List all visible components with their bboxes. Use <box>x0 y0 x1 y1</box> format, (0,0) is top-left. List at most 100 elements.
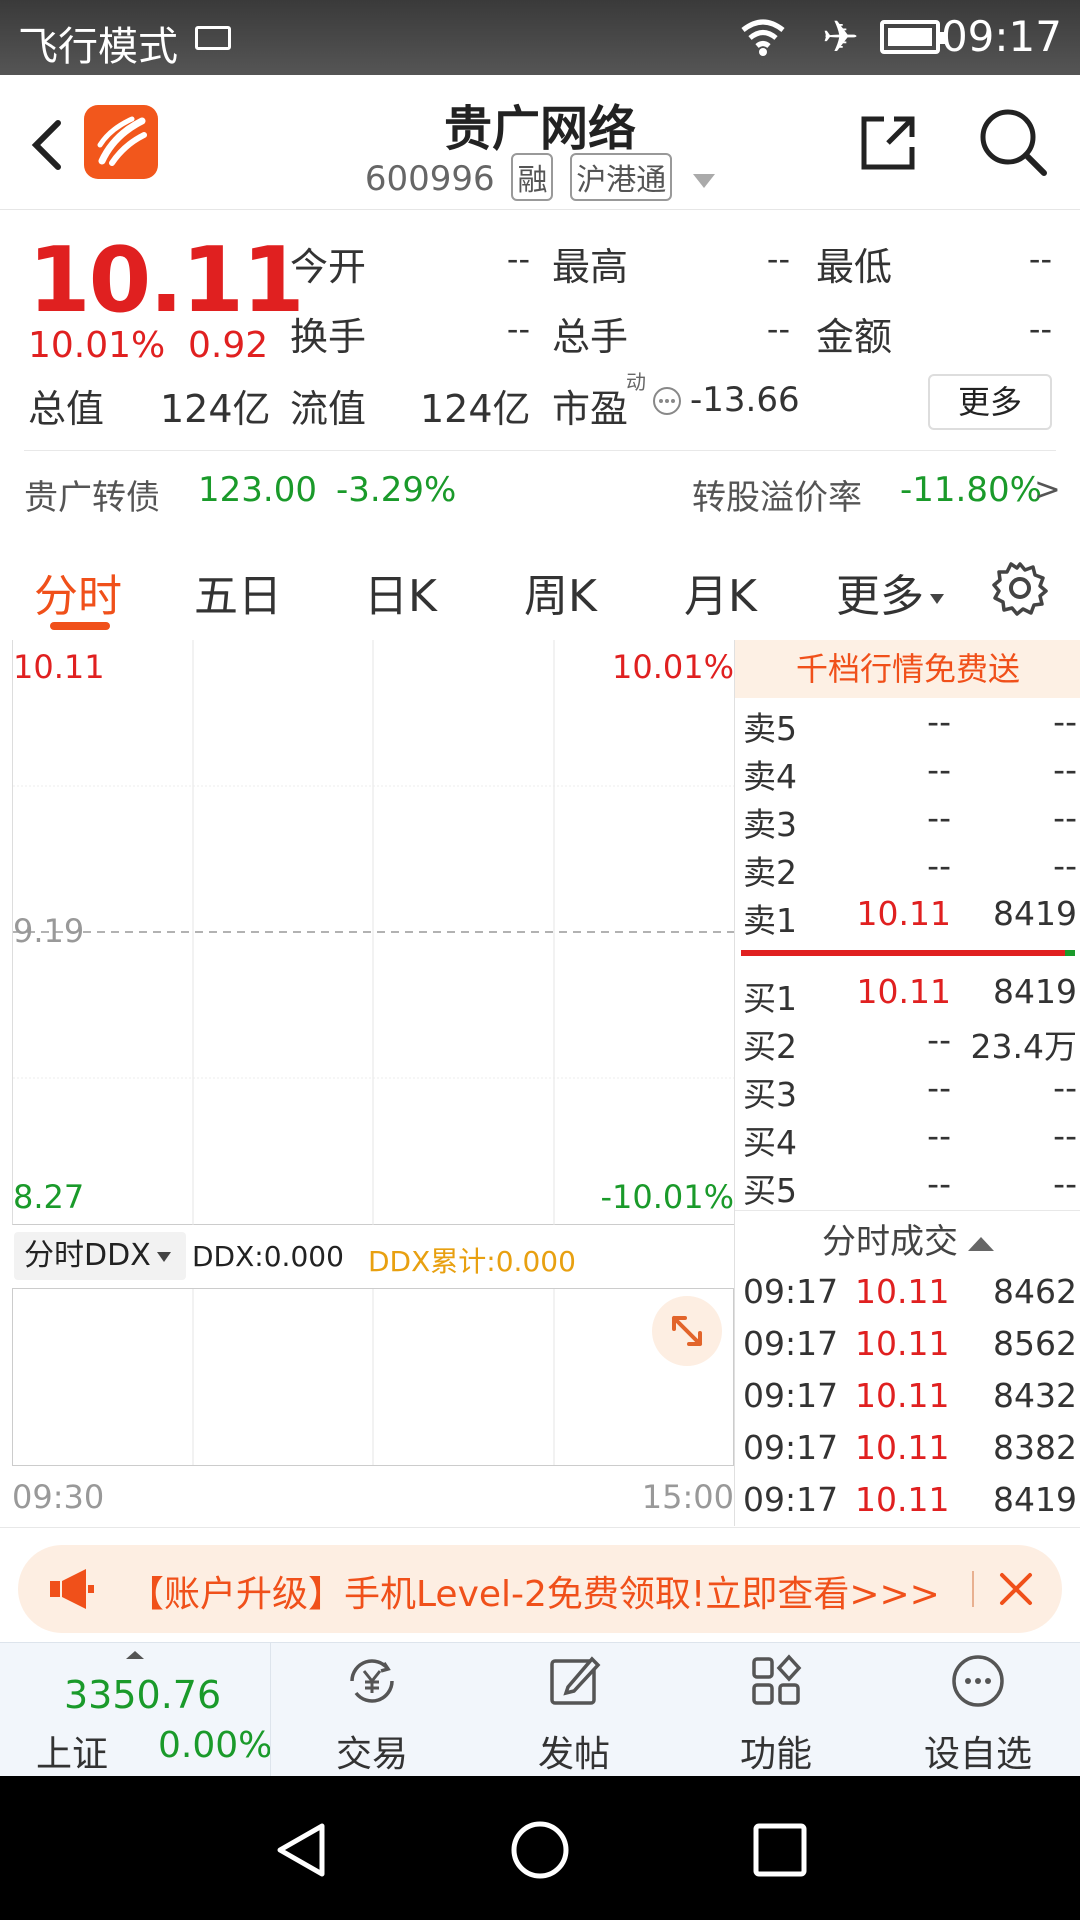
bid-row: 买3 -- -- <box>735 1068 1080 1116</box>
conversion-premium-label[interactable]: 转股溢价率 <box>692 470 862 519</box>
bid-row: 买4 -- -- <box>735 1116 1080 1164</box>
bid-label: 买2 <box>743 1027 797 1066</box>
high-label: 最高 <box>552 245 629 289</box>
open-label: 今开 <box>290 245 367 289</box>
stock-code-row[interactable]: 600996 融 沪港通 <box>0 153 1080 201</box>
trade-time: 09:17 <box>743 1376 839 1415</box>
convertible-bond-pct: -3.29% <box>336 470 457 510</box>
nav-trade-label: 交易 <box>335 1734 408 1775</box>
system-home-icon[interactable] <box>510 1820 570 1880</box>
ddx-value: DDX:0.000 <box>192 1240 344 1273</box>
float-value-label: 流值 <box>290 387 367 431</box>
tab-monthly-k[interactable]: 月K <box>684 560 757 624</box>
trade-time: 09:17 <box>743 1272 839 1311</box>
system-recents-icon[interactable] <box>752 1822 808 1878</box>
index-name: 上证 <box>36 1734 109 1775</box>
level2-promo-banner[interactable]: 千档行情免费送 <box>735 640 1080 698</box>
airplane-mode-label: 飞行模式 <box>18 24 178 70</box>
ddx-cumulative: DDX累计:0.000 <box>368 1245 576 1278</box>
bid-price: -- <box>927 1068 951 1107</box>
airplane-icon: ✈ <box>822 12 859 63</box>
close-icon[interactable] <box>994 1567 1038 1611</box>
tab-intraday[interactable]: 分时 <box>34 560 122 624</box>
trade-row: 09:17 10.11 8432 <box>735 1376 1080 1426</box>
system-nav-bar <box>0 1776 1080 1920</box>
expand-icon[interactable] <box>652 1296 722 1366</box>
ddx-panel: 分时DDX DDX:0.000 DDX累计:0.000 09:30 15:00 <box>12 1228 734 1518</box>
order-book: 千档行情免费送 卖5 -- -- 卖4 -- -- 卖3 -- -- 卖2 --… <box>734 640 1080 1526</box>
gear-icon[interactable] <box>992 560 1048 616</box>
bid-price: -- <box>927 1116 951 1155</box>
tab-five-day[interactable]: 五日 <box>194 560 282 624</box>
banner-separator <box>972 1571 974 1607</box>
bid-row: 买2 -- 23.4万 <box>735 1020 1080 1068</box>
battery-icon <box>880 20 946 54</box>
turnover-value: -- <box>506 310 530 348</box>
index-value: 3350.76 <box>64 1673 222 1717</box>
tab-more-label: 更多 <box>836 571 924 622</box>
index-percent: 0.00% <box>158 1725 273 1766</box>
tick-trades-title: 分时成交 <box>822 1222 958 1262</box>
intraday-chart[interactable]: 10.11 10.01% 9.19 8.27 -10.01% <box>12 640 735 1225</box>
tick-trades-header[interactable]: 分时成交 <box>735 1214 1080 1263</box>
status-bar: 飞行模式 ✈ 09:17 <box>0 0 1080 75</box>
chart-top-pct: 10.01% <box>611 648 734 686</box>
bid-label: 买4 <box>743 1123 797 1162</box>
bottom-nav: 3350.76 上证 0.00% 交易 发帖 功能 设自选 <box>0 1642 1080 1777</box>
trade-yuan-icon <box>350 1659 394 1703</box>
bid-volume: 8419 <box>993 972 1077 1011</box>
trade-volume: 8382 <box>993 1428 1077 1467</box>
collapse-triangle-icon <box>968 1236 994 1251</box>
nav-watchlist-label: 设自选 <box>923 1734 1032 1775</box>
ask-price: 10.11 <box>856 894 951 933</box>
trade-volume: 8462 <box>993 1272 1077 1311</box>
bid-price: -- <box>927 1020 951 1059</box>
ask-price: -- <box>927 702 951 741</box>
low-value: -- <box>1028 240 1052 278</box>
convertible-bond-price: 123.00 <box>198 470 317 510</box>
ask-label: 卖2 <box>743 853 797 892</box>
dropdown-triangle-icon[interactable] <box>693 173 716 188</box>
trade-volume: 8432 <box>993 1376 1077 1415</box>
more-circle-icon <box>952 1655 1004 1707</box>
tab-weekly-k[interactable]: 周K <box>524 560 597 624</box>
ask-volume: -- <box>1053 798 1077 837</box>
bid-ask-ratio-bar-green <box>1065 950 1075 956</box>
nav-watchlist[interactable]: 设自选 <box>898 1643 1058 1777</box>
wifi-icon <box>741 19 785 56</box>
index-ticker[interactable]: 3350.76 上证 0.00% <box>0 1643 273 1777</box>
ddx-indicator-select[interactable]: 分时DDX <box>14 1232 186 1280</box>
ask-volume: 8419 <box>993 894 1077 933</box>
more-dots-icon[interactable] <box>652 386 682 416</box>
nav-trade[interactable]: 交易 <box>292 1643 452 1777</box>
divider <box>24 450 1056 451</box>
ddx-chart[interactable] <box>12 1288 734 1466</box>
search-icon[interactable] <box>976 105 1048 177</box>
more-button[interactable]: 更多 <box>928 374 1052 430</box>
ask-label: 卖4 <box>743 757 797 796</box>
edit-post-icon <box>550 1656 601 1705</box>
upgrade-banner[interactable]: 【账户升级】手机Level-2免费领取!立即查看>>> <box>18 1545 1062 1633</box>
nav-post[interactable]: 发帖 <box>494 1643 654 1777</box>
tab-more[interactable]: 更多 <box>836 560 944 624</box>
pe-dynamic-mark: 动 <box>626 370 646 394</box>
chart-bottom-pct: -10.01% <box>600 1178 734 1216</box>
share-icon[interactable] <box>858 113 918 173</box>
nav-functions[interactable]: 功能 <box>696 1643 856 1777</box>
clock: 09:17 <box>940 12 1062 61</box>
chart-prev-close: 9.19 <box>13 912 85 950</box>
chevron-right-icon[interactable]: > <box>1034 470 1061 508</box>
high-value: -- <box>766 240 790 278</box>
convertible-bond-label[interactable]: 贵广转债 <box>24 470 160 519</box>
system-back-icon[interactable] <box>272 1820 328 1880</box>
upgrade-banner-text: 【账户升级】手机Level-2免费领取!立即查看>>> <box>128 1574 940 1615</box>
bid-label: 买3 <box>743 1075 797 1114</box>
bid-volume: -- <box>1053 1164 1077 1203</box>
change-amount: 0.92 <box>188 325 269 366</box>
trade-time: 09:17 <box>743 1428 839 1467</box>
pe-value: -13.66 <box>690 380 800 420</box>
tab-daily-k[interactable]: 日K <box>364 560 437 624</box>
chart-grid <box>13 640 735 1225</box>
trade-volume: 8562 <box>993 1324 1077 1363</box>
nav-post-label: 发帖 <box>537 1734 610 1775</box>
